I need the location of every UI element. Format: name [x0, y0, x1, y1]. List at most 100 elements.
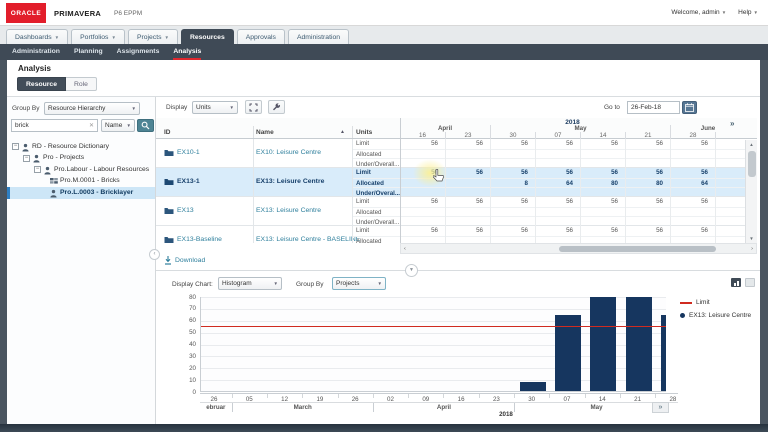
- value-cell: 64: [566, 179, 573, 187]
- settings-button[interactable]: [268, 100, 285, 114]
- subtab-planning[interactable]: Planning: [74, 44, 103, 60]
- expand-view-button[interactable]: [245, 100, 262, 114]
- tree-item-pro-l-0003-bricklayer[interactable]: Pro.L.0003 - Bricklayer: [7, 187, 155, 199]
- welcome-menu[interactable]: Welcome, admin ▼: [671, 9, 726, 16]
- value-cell: 56: [656, 227, 663, 235]
- tab-portfolios[interactable]: Portfolios ▼: [71, 29, 125, 44]
- y-tick-label: 40: [189, 341, 196, 348]
- resource-tree-panel: Group By Resource Hierarchy ▼ brick ✕ Name…: [7, 97, 156, 424]
- display-label: Display: [166, 104, 188, 111]
- project-name-link[interactable]: EX13: Leisure Centre: [256, 178, 324, 185]
- value-cell: 56: [566, 198, 573, 206]
- tab-dashboards[interactable]: Dashboards ▼: [6, 29, 69, 44]
- chart-next-period-button[interactable]: »: [652, 402, 669, 413]
- group-by-label: Group By: [12, 105, 40, 112]
- resource-row-ex13-baseline[interactable]: EX13-Baseline EX13: Leisure Centre - BASE…: [156, 226, 745, 243]
- column-divider: [352, 126, 353, 138]
- help-menu[interactable]: Help ▼: [738, 9, 758, 16]
- scroll-right-icon[interactable]: ›: [751, 246, 753, 252]
- search-button[interactable]: [137, 119, 154, 132]
- tab-administration[interactable]: Administration: [287, 29, 350, 44]
- series-row-allocated: Allocated: [352, 148, 745, 159]
- chart-group-by-label: Group By: [296, 281, 324, 288]
- horizontal-scrollbar[interactable]: ‹ ›: [400, 243, 757, 254]
- series-row-under-overall: Under/Overall...: [352, 216, 745, 226]
- project-name-link[interactable]: EX13: Leisure Centre: [256, 207, 321, 214]
- column-header-id[interactable]: ID: [164, 129, 171, 136]
- tick-mark: [655, 394, 657, 398]
- chevron-down-icon: ▼: [54, 34, 60, 40]
- role-toggle-button[interactable]: Role: [65, 77, 97, 91]
- grid-column-line: [625, 139, 626, 243]
- sort-asc-icon[interactable]: ▲: [340, 129, 345, 135]
- search-input[interactable]: brick ✕: [11, 119, 98, 132]
- grid-column-line: [253, 139, 254, 243]
- window-edge-right: [760, 60, 768, 424]
- subtab-analysis[interactable]: Analysis: [173, 44, 202, 60]
- bar-14: [590, 297, 617, 391]
- chevron-down-icon: ▼: [377, 281, 382, 286]
- tree-collapse-icon[interactable]: −: [23, 154, 30, 162]
- column-header-name[interactable]: Name: [256, 129, 274, 136]
- tick-mark: [372, 394, 374, 398]
- project-id-link[interactable]: EX13-1: [177, 178, 200, 185]
- project-name-link[interactable]: EX13: Leisure Centre - BASELINE: [256, 236, 360, 243]
- project-name-link[interactable]: EX10: Leisure Centre: [256, 149, 321, 156]
- scroll-up-icon[interactable]: ▲: [746, 142, 757, 147]
- chevron-down-icon: ▼: [131, 106, 136, 111]
- grid-column-line: [400, 139, 401, 243]
- project-id-link[interactable]: EX13-Baseline: [177, 236, 222, 243]
- vertical-scroll-thumb[interactable]: [748, 151, 756, 177]
- tick-mark: [619, 394, 621, 398]
- chart-group-by-select[interactable]: Projects ▼: [332, 277, 386, 290]
- project-id-link[interactable]: EX13: [177, 207, 194, 214]
- tree-collapse-icon[interactable]: −: [34, 166, 41, 173]
- tree-item-pro-projects[interactable]: − Pro - Projects: [7, 153, 155, 165]
- scroll-left-icon[interactable]: ‹: [404, 246, 406, 252]
- chart-type-select[interactable]: Histogram ▼: [218, 277, 282, 290]
- tree-item-pro-labour-labour-resources[interactable]: − Pro.Labour - Labour Resources: [7, 164, 155, 176]
- tree-item-pro-m-0001-bricks[interactable]: Pro.M.0001 - Bricks: [7, 176, 155, 188]
- tick-mark: [584, 394, 586, 398]
- resource-row-ex13[interactable]: EX13 EX13: Leisure Centre Limit 56 56 56 56 56 5…: [156, 197, 745, 226]
- legend-line-marker: [680, 301, 692, 304]
- display-units-select[interactable]: Units ▼: [192, 101, 238, 114]
- download-link[interactable]: Download: [164, 256, 205, 265]
- tree-item-rd-resource-dictionary[interactable]: − RD - Resource Dictionary: [7, 141, 155, 153]
- collapse-left-panel-handle[interactable]: ‹: [149, 249, 160, 260]
- clear-search-icon[interactable]: ✕: [89, 122, 94, 129]
- resources-subnav: Administration Planning Assignments Analysi…: [0, 44, 768, 60]
- calendar-button[interactable]: [682, 101, 697, 114]
- resource-row-ex13-1[interactable]: EX13-1 EX13: Leisure Centre Limit 56 56 56 56 5…: [156, 168, 745, 197]
- subtab-assignments[interactable]: Assignments: [117, 44, 160, 60]
- tick-mark: [443, 394, 445, 398]
- horizontal-scroll-thumb[interactable]: [559, 246, 716, 252]
- tree-item-label: Pro.L.0003 - Bricklayer: [60, 188, 134, 196]
- goto-date-input[interactable]: [627, 101, 680, 114]
- resource-role-toggle: Resource Role: [17, 77, 97, 91]
- series-label: Under/Overall...: [356, 218, 400, 226]
- tree-collapse-icon[interactable]: −: [12, 143, 19, 150]
- search-field-select[interactable]: Name ▼: [101, 119, 135, 132]
- collapse-chart-panel-handle[interactable]: ▼: [405, 264, 418, 277]
- y-tick-label: 60: [189, 317, 196, 325]
- group-by-select[interactable]: Resource Hierarchy ▼: [44, 102, 140, 115]
- subtab-administration[interactable]: Administration: [12, 44, 60, 60]
- tab-resources[interactable]: Resources: [180, 29, 234, 44]
- grid-view-icon[interactable]: [745, 278, 755, 287]
- tab-approvals[interactable]: Approvals: [236, 29, 285, 44]
- series-label: Limit: [356, 169, 371, 177]
- vertical-scrollbar[interactable]: ▲ ▼: [745, 140, 757, 243]
- value-cell: 56: [611, 227, 618, 235]
- chart-month-ebruar: ebruar: [206, 404, 226, 411]
- y-tick-label: 70: [189, 305, 196, 313]
- tab-projects[interactable]: Projects ▼: [127, 29, 178, 44]
- chart-view-icon[interactable]: [731, 278, 741, 287]
- page-title: Analysis: [18, 64, 51, 73]
- project-id-link[interactable]: EX10-1: [177, 149, 200, 156]
- selection-bar: [7, 187, 10, 199]
- resource-row-ex10-1[interactable]: EX10-1 EX10: Leisure Centre Limit 56 56 56 56 5…: [156, 139, 745, 168]
- resource-toggle-button[interactable]: Resource: [17, 77, 66, 91]
- scroll-down-icon[interactable]: ▼: [746, 236, 757, 241]
- column-header-units[interactable]: Units: [356, 129, 372, 136]
